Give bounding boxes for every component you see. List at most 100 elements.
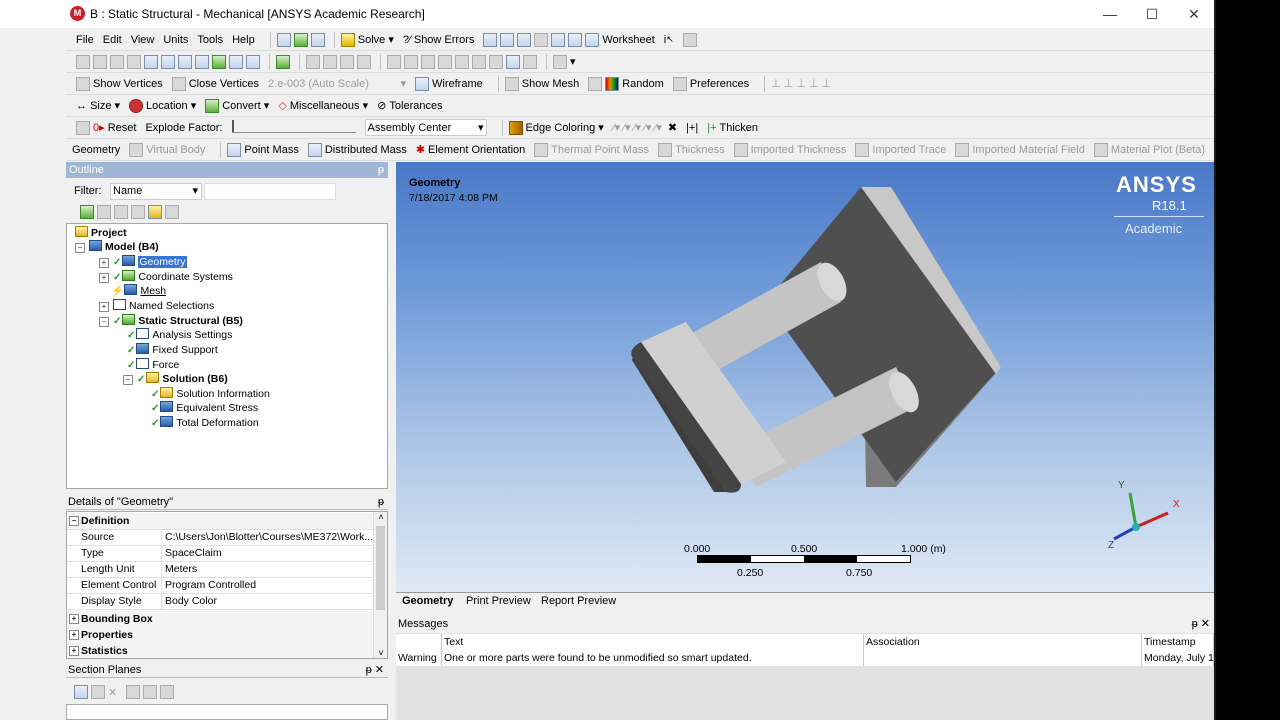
- collapse-node-icon[interactable]: −: [69, 516, 79, 526]
- collapse-node-icon[interactable]: −: [75, 243, 85, 253]
- details-section-statistics[interactable]: + Statistics: [67, 643, 373, 658]
- details-section-definition[interactable]: − Definition: [67, 513, 373, 530]
- scrollbar-thumb[interactable]: [376, 526, 385, 610]
- tree-item-equivalent-stress[interactable]: ✓ Equivalent Stress: [151, 401, 258, 415]
- scale-dropdown[interactable]: 2.e-003 (Auto Scale) ▾: [268, 77, 406, 91]
- select-node-icon[interactable]: [212, 54, 226, 69]
- reset-view-icon[interactable]: [276, 32, 291, 47]
- select-element-icon[interactable]: [229, 54, 243, 69]
- filter-dropdown[interactable]: Name ▾: [110, 183, 202, 200]
- graphics-viewport[interactable]: Geometry 7/18/2017 4:08 PM ANSYS R18.1 A…: [396, 162, 1214, 592]
- menu-tools[interactable]: Tools: [197, 34, 223, 46]
- wireframe-button[interactable]: Wireframe: [415, 76, 483, 91]
- magnifier-icon[interactable]: [404, 54, 418, 69]
- context-help-button[interactable]: i ↖: [664, 34, 674, 46]
- column-association[interactable]: Association: [864, 634, 1142, 650]
- assembly-center-dropdown[interactable]: Assembly Center ▾: [364, 119, 487, 136]
- select-mesh-icon[interactable]: [246, 54, 260, 69]
- convert-menu[interactable]: Convert ▾: [205, 98, 269, 113]
- select-body-icon[interactable]: [195, 54, 209, 69]
- show-errors-button[interactable]: ?⁄ Show Errors: [403, 34, 475, 46]
- point-mass-button[interactable]: Point Mass: [227, 142, 299, 157]
- zoom-to-fit-icon[interactable]: [421, 54, 435, 69]
- image-capture-icon[interactable]: [568, 32, 583, 47]
- expand-node-icon[interactable]: +: [69, 630, 79, 640]
- tree-item-named-selections[interactable]: + Named Selections: [99, 299, 214, 313]
- tab-geometry[interactable]: Geometry: [402, 595, 453, 607]
- delete-section-icon[interactable]: ✕: [108, 686, 117, 699]
- xyz-icon[interactable]: [110, 54, 124, 69]
- menu-view[interactable]: View: [131, 34, 155, 46]
- size-menu[interactable]: ↔ Size ▾: [76, 99, 120, 113]
- close-button[interactable]: ✕: [1179, 4, 1209, 24]
- material-plot-button[interactable]: Material Plot (Beta): [1093, 142, 1205, 157]
- pin-icon[interactable]: ᵽ: [378, 162, 384, 178]
- sort-icon[interactable]: [165, 205, 179, 219]
- details-row-source[interactable]: Source C:\Users\Jon\Blotter\Courses\ME372…: [67, 529, 373, 546]
- text-annotation-icon[interactable]: [551, 32, 566, 47]
- update-icon[interactable]: [310, 32, 325, 47]
- details-section-bounding-box[interactable]: + Bounding Box: [67, 611, 373, 628]
- expand-node-icon[interactable]: +: [69, 646, 79, 656]
- point-select-icon[interactable]: [76, 54, 90, 69]
- iso-view-icon[interactable]: [455, 54, 469, 69]
- worksheet-button[interactable]: Worksheet: [585, 32, 655, 47]
- tree-item-static-structural[interactable]: − ✓ Static Structural (B5): [99, 314, 243, 328]
- details-row-display-style[interactable]: Display Style Body Color: [67, 593, 373, 610]
- tree-item-fixed-support[interactable]: ✓ Fixed Support: [127, 343, 218, 357]
- scroll-up-icon[interactable]: ˄: [374, 512, 387, 522]
- chart-icon[interactable]: [500, 32, 515, 47]
- tree-item-geometry[interactable]: + ✓ Geometry: [99, 255, 187, 269]
- next-view-icon[interactable]: [506, 54, 520, 69]
- edge-coloring-button[interactable]: Edge Coloring ▾: [508, 120, 604, 135]
- menu-units[interactable]: Units: [163, 34, 188, 46]
- details-section-properties[interactable]: + Properties: [67, 627, 373, 644]
- previous-view-icon[interactable]: [489, 54, 503, 69]
- close-vertices-button[interactable]: Close Vertices: [171, 76, 259, 91]
- select-edge-icon[interactable]: [161, 54, 175, 69]
- menu-help[interactable]: Help: [232, 34, 255, 46]
- pointer-icon[interactable]: [127, 54, 141, 69]
- menu-edit[interactable]: Edit: [103, 34, 122, 46]
- scroll-down-icon[interactable]: ˅: [374, 648, 387, 658]
- pin-close-icons[interactable]: ᵽ ✕: [1192, 616, 1210, 632]
- filter-input[interactable]: [204, 183, 336, 200]
- details-row-type[interactable]: Type SpaceClaim: [67, 545, 373, 562]
- thickness-button[interactable]: Thickness: [658, 142, 725, 157]
- zoom-out-icon[interactable]: [438, 54, 452, 69]
- geometry-model[interactable]: [396, 162, 1214, 592]
- show-vertices-button[interactable]: Show Vertices: [76, 76, 163, 91]
- collapse-node-icon[interactable]: −: [123, 375, 133, 385]
- tree-item-project[interactable]: Project: [75, 226, 127, 240]
- slider-thumb[interactable]: [231, 120, 234, 132]
- collapse-icon[interactable]: [114, 205, 128, 219]
- imported-material-field-button[interactable]: Imported Material Field: [955, 142, 1085, 157]
- tab-report-preview[interactable]: Report Preview: [541, 595, 616, 607]
- imported-trace-button[interactable]: Imported Trace: [855, 142, 946, 157]
- hammer-icon[interactable]: [534, 32, 549, 47]
- tree-item-solution[interactable]: − ✓ Solution (B6): [123, 372, 228, 386]
- tree-item-coordinate-systems[interactable]: + ✓ Coordinate Systems: [99, 270, 233, 284]
- distributed-mass-button[interactable]: Distributed Mass: [307, 142, 407, 157]
- pan-icon[interactable]: [323, 54, 337, 69]
- expand-icon[interactable]: [80, 205, 94, 219]
- show-mesh-button[interactable]: Show Mesh: [504, 76, 579, 91]
- expand-all-icon[interactable]: [131, 205, 145, 219]
- element-orientation-button[interactable]: ✱ Element Orientation: [416, 143, 526, 157]
- details-row-element-control[interactable]: Element Control Program Controlled: [67, 577, 373, 594]
- tag-icon[interactable]: [682, 32, 697, 47]
- check-icon[interactable]: [293, 32, 308, 47]
- imported-thickness-button[interactable]: Imported Thickness: [733, 142, 846, 157]
- thermal-point-mass-button[interactable]: Thermal Point Mass: [534, 142, 649, 157]
- details-row-length-unit[interactable]: Length Unit Meters: [67, 561, 373, 578]
- show-section-icon[interactable]: [126, 685, 141, 699]
- edit-section-icon[interactable]: [91, 685, 105, 699]
- thicken-edge-icon[interactable]: |+|: [686, 122, 698, 134]
- window-layout-button[interactable]: ▾: [553, 54, 576, 69]
- collapse-node-icon[interactable]: −: [99, 317, 109, 327]
- folder-icon[interactable]: [148, 205, 162, 219]
- zoom-fit-icon[interactable]: [387, 54, 401, 69]
- column-timestamp[interactable]: Timestamp: [1142, 634, 1214, 650]
- tree-item-solution-information[interactable]: ✓ Solution Information: [151, 387, 270, 401]
- reset-button[interactable]: 0▸ Reset: [93, 121, 136, 135]
